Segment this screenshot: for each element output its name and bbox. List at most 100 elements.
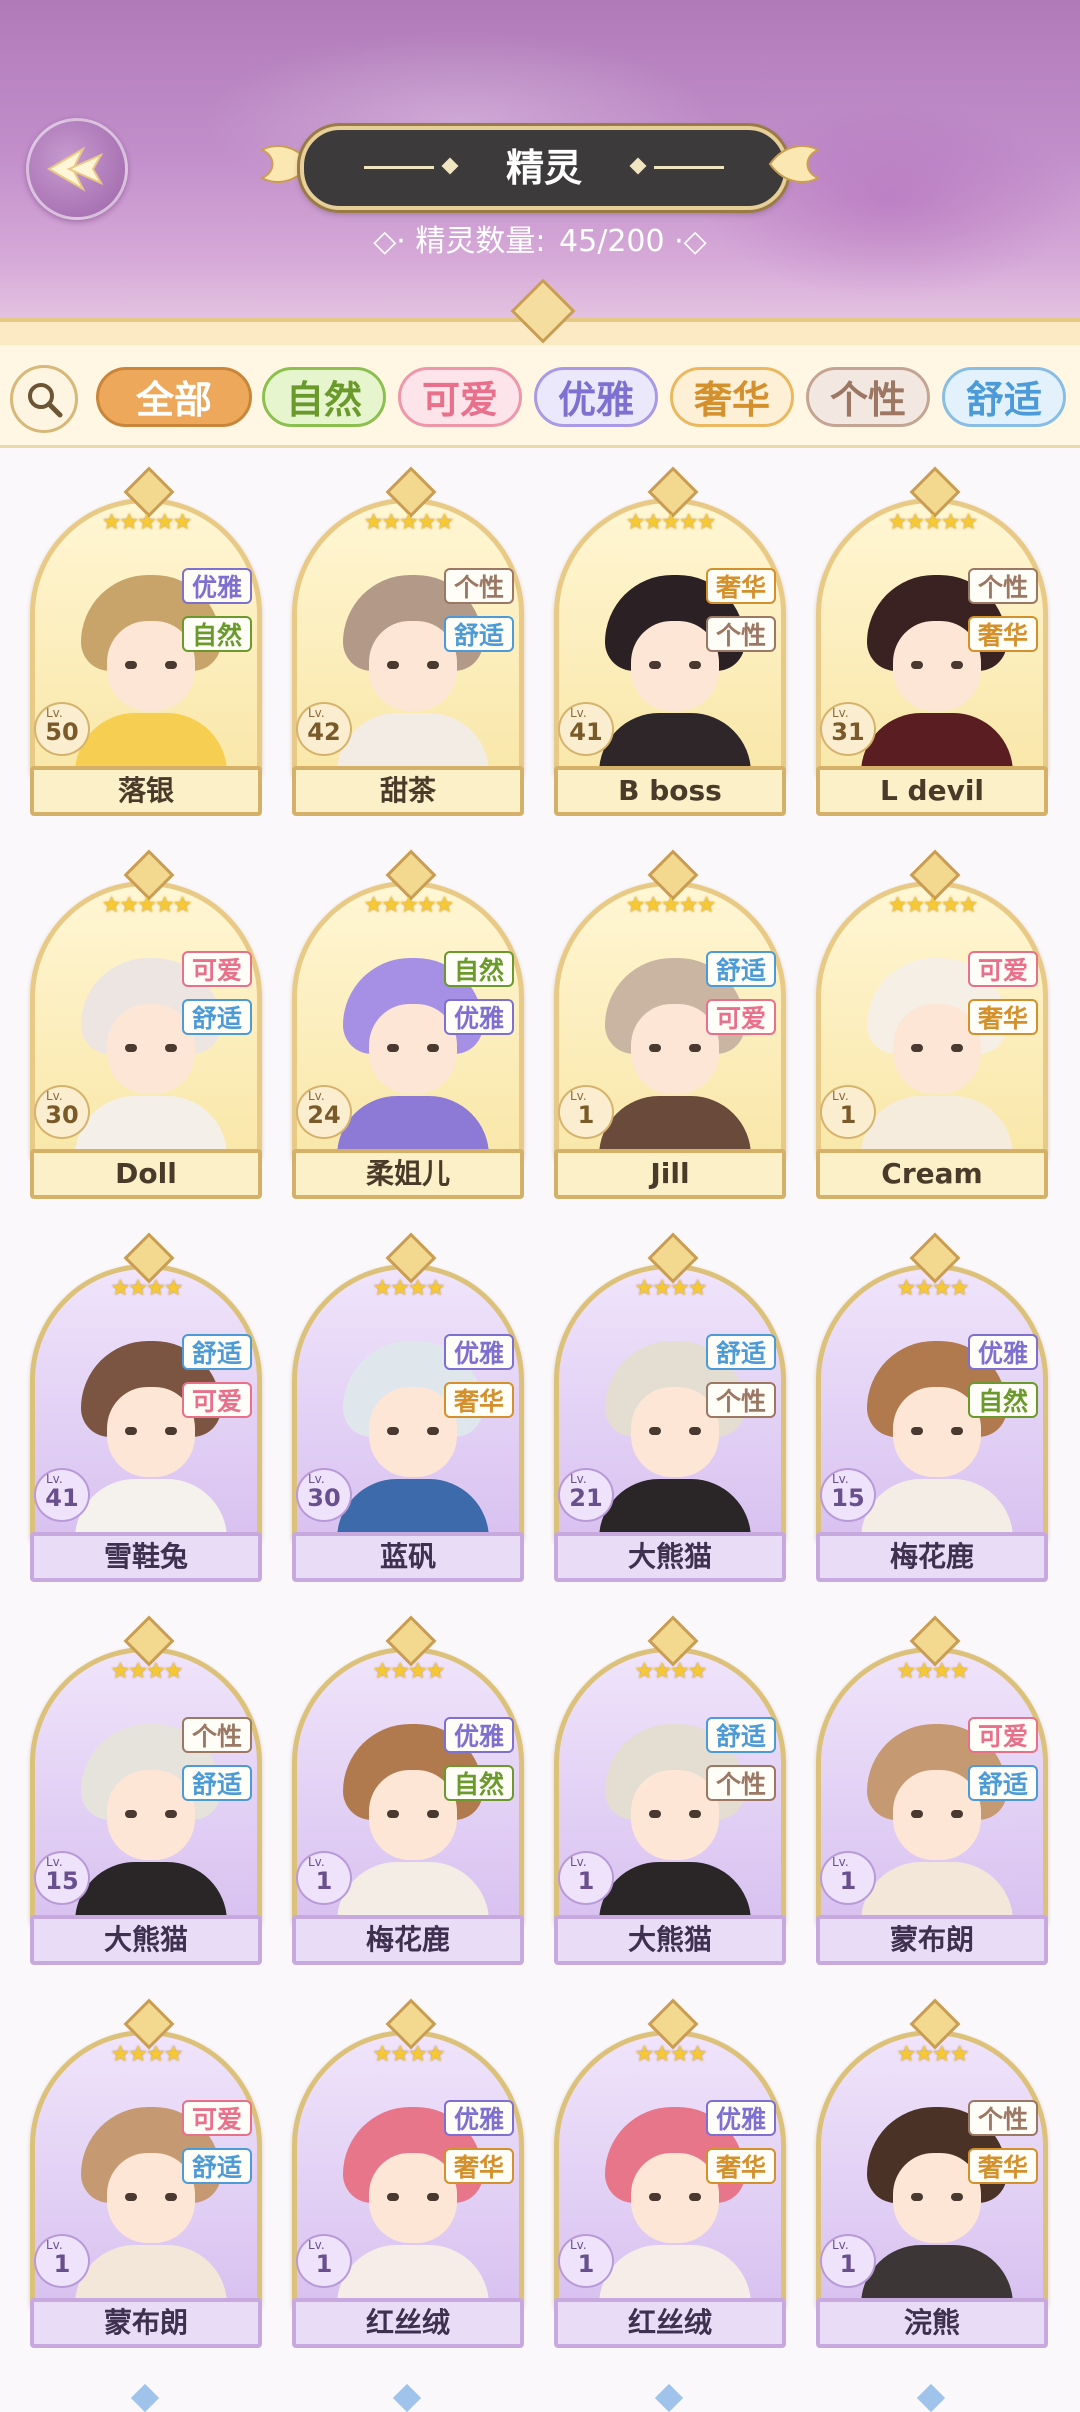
count-decoration-icon: ·◇ <box>674 224 707 259</box>
star-rating: ★★★★ <box>372 1276 446 1301</box>
spirit-card[interactable]: ★★★★ 优雅 自然 Lv. 1 梅花鹿 <box>292 1615 524 1965</box>
style-tag: 可爱 <box>182 1382 252 1418</box>
spirit-name: 浣熊 <box>816 2298 1048 2348</box>
spirit-count-value: 45/200 <box>559 224 665 259</box>
spirit-name: 梅花鹿 <box>816 1532 1048 1582</box>
filter-chip-2[interactable]: 可爱 <box>398 367 522 427</box>
character-eye <box>649 1427 661 1435</box>
level-badge: Lv. 41 <box>34 1468 90 1522</box>
character-eye <box>649 2193 661 2201</box>
star-rating: ★★★★ <box>896 2042 970 2067</box>
spirit-count-label: 精灵数量: <box>415 224 546 259</box>
spirit-card[interactable]: ★★★★★ 优雅 自然 Lv. 50 落银 <box>30 466 262 816</box>
star-rating: ★★★★ <box>634 2042 708 2067</box>
level-badge: Lv. 42 <box>296 702 352 756</box>
page-title: 精灵 <box>505 146 582 190</box>
style-tag: 个性 <box>182 1717 252 1753</box>
spirit-card[interactable]: ★★★★★ 自然 优雅 Lv. 24 柔姐儿 <box>292 849 524 1199</box>
title-diamond-decoration <box>441 157 459 175</box>
style-tag: 可爱 <box>182 2100 252 2136</box>
level-badge: Lv. 50 <box>34 702 90 756</box>
style-tag: 个性 <box>444 568 514 604</box>
page-title-plate: 精灵 <box>300 126 788 210</box>
spirit-card[interactable]: ★★★★ 舒适 个性 Lv. 21 大熊猫 <box>554 1232 786 1582</box>
filter-chip-6[interactable]: 舒适 <box>942 367 1066 427</box>
star-rating: ★★★★ <box>634 1659 708 1684</box>
spirit-card[interactable]: ★★★★ 舒适 可爱 Lv. 41 雪鞋兔 <box>30 1232 262 1582</box>
spirit-card[interactable]: ★★★★ 优雅 自然 Lv. 15 梅花鹿 <box>816 1232 1048 1582</box>
character-eye <box>125 1044 137 1052</box>
spirit-card[interactable]: ★★★★ 个性 奢华 Lv. 1 浣熊 <box>816 1998 1048 2348</box>
spirit-card[interactable]: ★★★★★ 个性 奢华 Lv. 31 L devil <box>816 466 1048 816</box>
next-row-crown-decoration <box>916 2383 946 2412</box>
character-eye <box>387 1810 399 1818</box>
spirit-name: 大熊猫 <box>554 1915 786 1965</box>
star-rating: ★★★★★ <box>887 893 979 918</box>
character-eye <box>427 1427 439 1435</box>
filter-chip-4[interactable]: 奢华 <box>670 367 794 427</box>
spirit-card[interactable]: ★★★★★ 可爱 舒适 Lv. 30 Doll <box>30 849 262 1199</box>
spirit-card[interactable]: ★★★★★ 舒适 可爱 Lv. 1 Jill <box>554 849 786 1199</box>
style-tag: 舒适 <box>968 1765 1038 1801</box>
spirit-card[interactable]: ★★★★ 舒适 个性 Lv. 1 大熊猫 <box>554 1615 786 1965</box>
character-eye <box>125 1427 137 1435</box>
spirit-name: 红丝绒 <box>554 2298 786 2348</box>
spirit-card[interactable]: ★★★★ 优雅 奢华 Lv. 1 红丝绒 <box>554 1998 786 2348</box>
spirit-card[interactable]: ★★★★★ 可爱 奢华 Lv. 1 Cream <box>816 849 1048 1199</box>
character-eye <box>427 1810 439 1818</box>
back-arrow-icon <box>47 146 104 192</box>
spirit-card[interactable]: ★★★★★ 个性 舒适 Lv. 42 甜茶 <box>292 466 524 816</box>
spirit-card[interactable]: ★★★★ 个性 舒适 Lv. 15 大熊猫 <box>30 1615 262 1965</box>
spirit-card[interactable]: ★★★★ 优雅 奢华 Lv. 1 红丝绒 <box>292 1998 524 2348</box>
character-eye <box>125 1810 137 1818</box>
level-badge: Lv. 1 <box>558 1085 614 1139</box>
back-button[interactable] <box>26 118 128 220</box>
filter-chip-3[interactable]: 优雅 <box>534 367 658 427</box>
character-eye <box>387 1044 399 1052</box>
character-eye <box>387 1427 399 1435</box>
filter-chip-1[interactable]: 自然 <box>262 367 386 427</box>
style-tag: 舒适 <box>182 999 252 1035</box>
character-eye <box>911 1427 923 1435</box>
spirit-card[interactable]: ★★★★ 优雅 奢华 Lv. 30 蓝矾 <box>292 1232 524 1582</box>
search-button[interactable] <box>10 365 78 433</box>
star-rating: ★★★★ <box>110 2042 184 2067</box>
character-eye <box>649 1810 661 1818</box>
level-badge: Lv. 21 <box>558 1468 614 1522</box>
spirit-name: 蒙布朗 <box>816 1915 1048 1965</box>
style-tag: 优雅 <box>706 2100 776 2136</box>
title-diamond-decoration <box>629 157 647 175</box>
star-rating: ★★★★ <box>372 1659 446 1684</box>
level-badge: Lv. 1 <box>820 2234 876 2288</box>
spirit-card[interactable]: ★★★★★ 奢华 个性 Lv. 41 B boss <box>554 466 786 816</box>
level-badge: Lv. 1 <box>820 1085 876 1139</box>
level-number: 1 <box>315 2250 333 2278</box>
level-number: 41 <box>569 718 603 746</box>
spirit-name: 蓝矾 <box>292 1532 524 1582</box>
spirit-card[interactable]: ★★★★ 可爱 舒适 Lv. 1 蒙布朗 <box>30 1998 262 2348</box>
spirit-count: ◇· 精灵数量: 45/200 ·◇ <box>340 220 740 264</box>
star-rating: ★★★★★ <box>625 893 717 918</box>
star-rating: ★★★★ <box>110 1276 184 1301</box>
filter-chip-5[interactable]: 个性 <box>806 367 930 427</box>
search-icon <box>28 383 63 418</box>
character-eye <box>689 661 701 669</box>
character-eye <box>165 1810 177 1818</box>
style-tag: 舒适 <box>182 1765 252 1801</box>
level-number: 1 <box>53 2250 71 2278</box>
star-rating: ★★★★★ <box>363 510 455 535</box>
character-eye <box>165 1427 177 1435</box>
star-rating: ★★★★ <box>896 1659 970 1684</box>
star-rating: ★★★★★ <box>363 893 455 918</box>
star-rating: ★★★★ <box>110 1659 184 1684</box>
spirit-card[interactable]: ★★★★ 可爱 舒适 Lv. 1 蒙布朗 <box>816 1615 1048 1965</box>
character-eye <box>165 2193 177 2201</box>
level-number: 31 <box>831 718 865 746</box>
level-number: 41 <box>45 1484 79 1512</box>
character-eye <box>951 2193 963 2201</box>
star-rating: ★★★★★ <box>101 893 193 918</box>
filter-chip-0[interactable]: 全部 <box>96 367 252 427</box>
spirit-name: 大熊猫 <box>554 1532 786 1582</box>
spirit-name: Doll <box>30 1149 262 1199</box>
style-tag: 奢华 <box>706 2148 776 2184</box>
